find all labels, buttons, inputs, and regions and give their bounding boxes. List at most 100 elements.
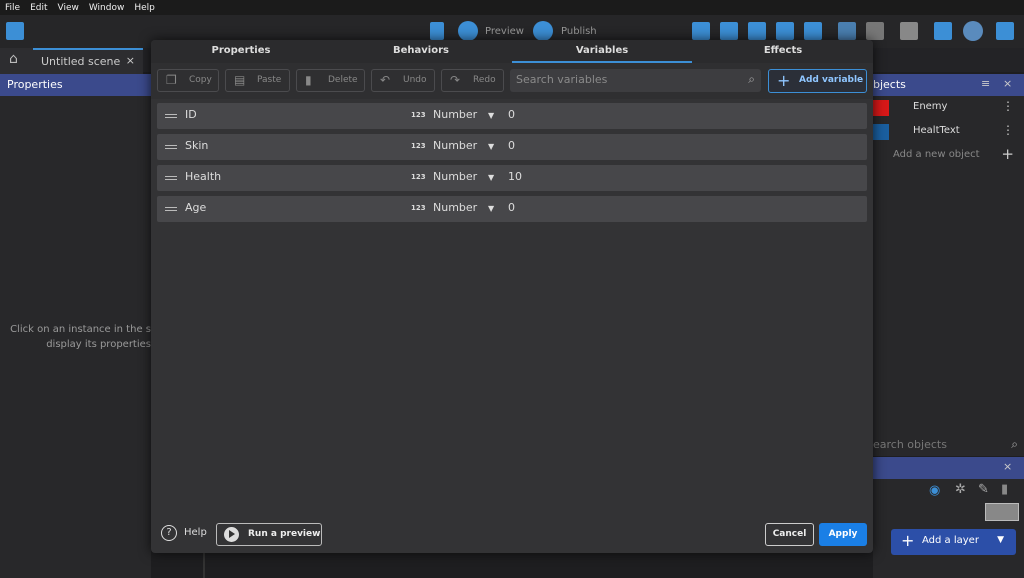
add-new-object-label: Add a new object xyxy=(893,149,980,160)
close-icon[interactable]: × xyxy=(1003,77,1012,90)
search-variables-input[interactable]: Search variables ⌕ xyxy=(510,69,761,92)
objects-panel-title: bjects xyxy=(873,78,906,91)
tab-effects[interactable]: Effects xyxy=(693,40,873,63)
layers-icon[interactable] xyxy=(804,22,822,40)
chevron-down-icon[interactable]: ▼ xyxy=(488,142,494,151)
properties-hint: Click on an instance in the s display it… xyxy=(0,322,151,352)
trash-icon[interactable]: ▮ xyxy=(1001,482,1008,497)
variable-row[interactable]: Health 123 Number ▼ 10 xyxy=(157,165,867,191)
menu-file[interactable]: File xyxy=(0,3,25,13)
search-icon: ⌕ xyxy=(748,72,755,86)
grid-icon[interactable] xyxy=(934,22,952,40)
project-manager-icon[interactable] xyxy=(6,22,24,40)
number-type-icon: 123 xyxy=(411,204,426,212)
add-layer-button[interactable]: + Add a layer ▼ xyxy=(891,529,1016,555)
cancel-button[interactable]: Cancel xyxy=(765,523,814,546)
preview-label[interactable]: Preview xyxy=(485,26,524,37)
variable-name[interactable]: ID xyxy=(185,108,197,121)
home-tab[interactable]: ⌂ xyxy=(0,48,33,74)
tab-variables[interactable]: Variables xyxy=(512,40,692,63)
play-icon xyxy=(224,527,239,542)
redo-button[interactable]: ↷ Redo xyxy=(441,69,504,92)
drag-handle-icon[interactable] xyxy=(165,207,177,211)
camera-icon[interactable] xyxy=(900,22,918,40)
drag-handle-icon[interactable] xyxy=(165,176,177,180)
instances-list-icon[interactable] xyxy=(776,22,794,40)
layer-color-swatch[interactable] xyxy=(985,503,1019,521)
preview-icon[interactable] xyxy=(458,21,478,41)
variable-type[interactable]: Number xyxy=(433,170,477,183)
copy-button[interactable]: ❐ Copy xyxy=(157,69,219,92)
variable-name[interactable]: Age xyxy=(185,201,206,214)
menu-view[interactable]: View xyxy=(53,3,84,13)
search-icon: ⌕ xyxy=(1011,437,1018,451)
list-item[interactable]: HealtText ⋮ xyxy=(873,121,1024,143)
properties-icon[interactable] xyxy=(748,22,766,40)
undo-icon[interactable] xyxy=(838,22,856,40)
variable-value[interactable]: 0 xyxy=(508,139,515,152)
search-objects-input[interactable]: earch objects ⌕ xyxy=(873,434,1024,456)
menu-window[interactable]: Window xyxy=(84,3,130,13)
more-options-icon[interactable]: ⋮ xyxy=(1002,99,1014,113)
add-layer-label: Add a layer xyxy=(922,535,979,546)
chevron-down-icon[interactable]: ▼ xyxy=(488,173,494,182)
objects-editor-icon[interactable] xyxy=(692,22,710,40)
redo-icon: ↷ xyxy=(450,73,461,87)
visibility-icon[interactable]: ◉ xyxy=(929,483,940,498)
more-options-icon[interactable]: ⋮ xyxy=(1002,123,1014,137)
zoom-reset-icon[interactable] xyxy=(963,21,983,41)
settings-icon[interactable] xyxy=(996,22,1014,40)
variable-row[interactable]: Skin 123 Number ▼ 0 xyxy=(157,134,867,160)
undo-button[interactable]: ↶ Undo xyxy=(371,69,435,92)
variable-row[interactable]: ID 123 Number ▼ 0 xyxy=(157,103,867,129)
tab-properties[interactable]: Properties xyxy=(151,40,331,63)
publish-label[interactable]: Publish xyxy=(561,26,597,37)
dialog-tabs: Properties Behaviors Variables Effects xyxy=(151,40,873,63)
properties-panel-title: Properties xyxy=(7,78,63,91)
variable-value[interactable]: 0 xyxy=(508,201,515,214)
variable-value[interactable]: 10 xyxy=(508,170,522,183)
chevron-down-icon[interactable]: ▼ xyxy=(997,535,1004,545)
delete-button[interactable]: ▮ Delete xyxy=(296,69,365,92)
filter-icon[interactable]: ≡ xyxy=(981,77,990,90)
debugger-icon[interactable] xyxy=(430,22,444,40)
edit-icon[interactable]: ✎ xyxy=(978,482,989,497)
variable-name[interactable]: Health xyxy=(185,170,221,183)
lighting-icon[interactable]: ✲ xyxy=(955,482,966,497)
scene-tab-label: Untitled scene xyxy=(41,55,121,68)
run-preview-button[interactable]: Run a preview xyxy=(216,523,322,546)
object-name: Enemy xyxy=(913,101,948,112)
menu-help[interactable]: Help xyxy=(129,3,160,13)
drag-handle-icon[interactable] xyxy=(165,145,177,149)
object-groups-icon[interactable] xyxy=(720,22,738,40)
object-name: HealtText xyxy=(913,125,960,136)
number-type-icon: 123 xyxy=(411,111,426,119)
menu-bar: File Edit View Window Help xyxy=(0,0,1024,15)
variable-type[interactable]: Number xyxy=(433,201,477,214)
tab-behaviors[interactable]: Behaviors xyxy=(331,40,511,63)
publish-icon[interactable] xyxy=(533,21,553,41)
variable-type[interactable]: Number xyxy=(433,139,477,152)
objects-panel-header: bjects ≡ × xyxy=(873,74,1024,96)
variable-type[interactable]: Number xyxy=(433,108,477,121)
plus-icon: + xyxy=(901,531,915,550)
chevron-down-icon[interactable]: ▼ xyxy=(488,111,494,120)
plus-icon[interactable]: + xyxy=(1001,145,1014,163)
add-new-object-row[interactable]: Add a new object + xyxy=(873,145,1024,167)
close-icon[interactable]: × xyxy=(126,54,135,67)
apply-button[interactable]: Apply xyxy=(819,523,867,546)
variable-row[interactable]: Age 123 Number ▼ 0 xyxy=(157,196,867,222)
object-thumbnail xyxy=(873,100,889,116)
chevron-down-icon[interactable]: ▼ xyxy=(488,204,494,213)
list-item[interactable]: Enemy ⋮ xyxy=(873,97,1024,119)
redo-icon[interactable] xyxy=(866,22,884,40)
menu-edit[interactable]: Edit xyxy=(25,3,52,13)
paste-button[interactable]: ▤ Paste xyxy=(225,69,290,92)
variable-value[interactable]: 0 xyxy=(508,108,515,121)
drag-handle-icon[interactable] xyxy=(165,114,177,118)
variable-name[interactable]: Skin xyxy=(185,139,208,152)
undo-icon: ↶ xyxy=(380,73,391,87)
add-variable-button[interactable]: + Add variable xyxy=(768,69,867,93)
close-icon[interactable]: × xyxy=(1003,460,1012,473)
tab-untitled-scene[interactable]: Untitled scene × xyxy=(33,48,143,74)
